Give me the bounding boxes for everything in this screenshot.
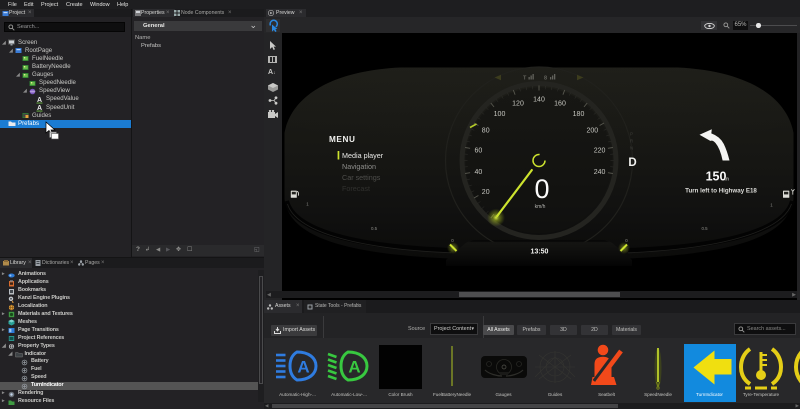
svg-text:Turn left to Highway E18: Turn left to Highway E18 [685,188,757,195]
svg-text:180: 180 [573,111,585,118]
svg-text:Navigation: Navigation [342,162,376,171]
svg-text:D: D [628,157,636,169]
svg-text:0.5: 0.5 [701,226,708,231]
svg-text:8: 8 [544,76,547,82]
svg-text:Forecast: Forecast [342,184,370,193]
svg-text:120: 120 [512,100,524,107]
svg-text:40: 40 [475,169,483,176]
svg-text:80: 80 [482,127,490,134]
svg-text:km/h: km/h [535,204,546,210]
svg-text:Car settings: Car settings [342,173,381,182]
svg-text:100: 100 [494,111,506,118]
svg-text:P: P [630,132,633,137]
svg-text:N: N [630,146,633,151]
svg-text:20: 20 [482,189,490,196]
svg-text:A: A [348,358,360,377]
svg-text:m: m [725,177,730,183]
svg-text:200: 200 [586,127,598,134]
svg-text:G: G [10,344,14,350]
svg-text:150: 150 [706,170,727,184]
svg-text:160: 160 [554,100,566,107]
svg-text:240: 240 [594,169,606,176]
svg-text:60: 60 [475,147,483,154]
svg-text:13:50: 13:50 [531,249,549,256]
svg-text:140: 140 [533,97,545,104]
svg-text:220: 220 [594,147,606,154]
svg-text:A: A [297,358,309,377]
svg-text:MENU: MENU [329,135,356,144]
svg-text:0: 0 [534,174,549,204]
svg-text:0.5: 0.5 [371,226,378,231]
svg-text:Media player: Media player [342,151,384,160]
